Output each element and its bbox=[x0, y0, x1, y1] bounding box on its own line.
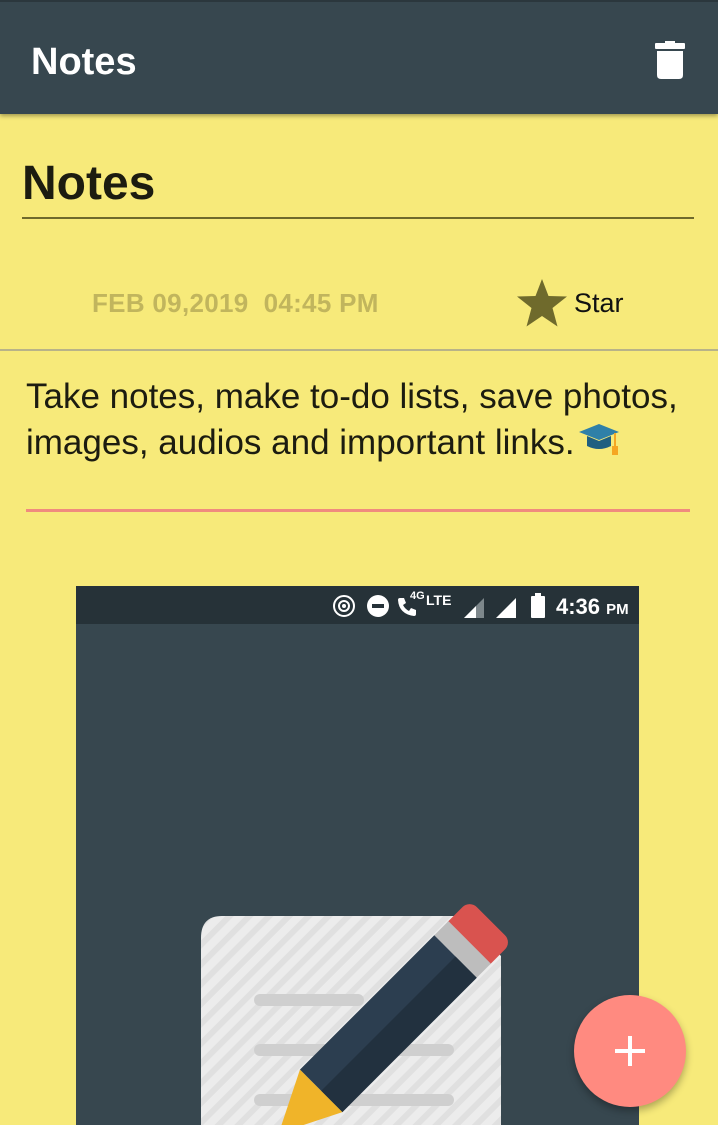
status-time: 4:36 PM bbox=[556, 594, 629, 620]
plus-icon bbox=[615, 1036, 645, 1066]
status-time-value: 4:36 bbox=[556, 594, 601, 619]
trash-icon bbox=[655, 41, 685, 79]
attached-image[interactable]: 4G LTE 4:36 PM bbox=[76, 586, 639, 1125]
app-title: Notes bbox=[31, 41, 137, 83]
app-bar: Notes bbox=[0, 0, 718, 114]
network-type-label: LTE bbox=[426, 592, 452, 608]
divider bbox=[0, 349, 718, 351]
signal-icon bbox=[496, 598, 516, 618]
delete-button[interactable] bbox=[648, 38, 692, 82]
note-body-field[interactable]: Take notes, make to-do lists, save photo… bbox=[26, 376, 690, 512]
status-time-ampm: PM bbox=[606, 601, 629, 618]
note-timestamp: FEB 09,2019 04:45 PM bbox=[92, 288, 379, 319]
call-label: 4G bbox=[410, 590, 425, 602]
note-title[interactable]: Notes bbox=[22, 155, 694, 213]
note-time: 04:45 PM bbox=[263, 288, 379, 318]
hotspot-icon bbox=[333, 595, 355, 617]
star-label: Star bbox=[574, 287, 624, 318]
add-note-button[interactable] bbox=[574, 995, 686, 1107]
do-not-disturb-icon bbox=[367, 595, 389, 617]
note-date: FEB 09,2019 bbox=[92, 288, 249, 318]
battery-icon bbox=[531, 593, 545, 618]
graduation-cap-icon bbox=[577, 418, 621, 468]
star-icon bbox=[517, 279, 567, 327]
note-body[interactable]: Take notes, make to-do lists, save photo… bbox=[26, 376, 690, 468]
note-meta-row: FEB 09,2019 04:45 PM Star bbox=[0, 268, 718, 338]
star-button[interactable]: Star bbox=[516, 276, 624, 330]
notes-app-logo-icon bbox=[201, 904, 508, 1125]
signal-icon bbox=[464, 598, 484, 618]
image-status-bar: 4G LTE 4:36 PM bbox=[76, 586, 639, 624]
note-title-field[interactable]: Notes bbox=[22, 155, 694, 219]
